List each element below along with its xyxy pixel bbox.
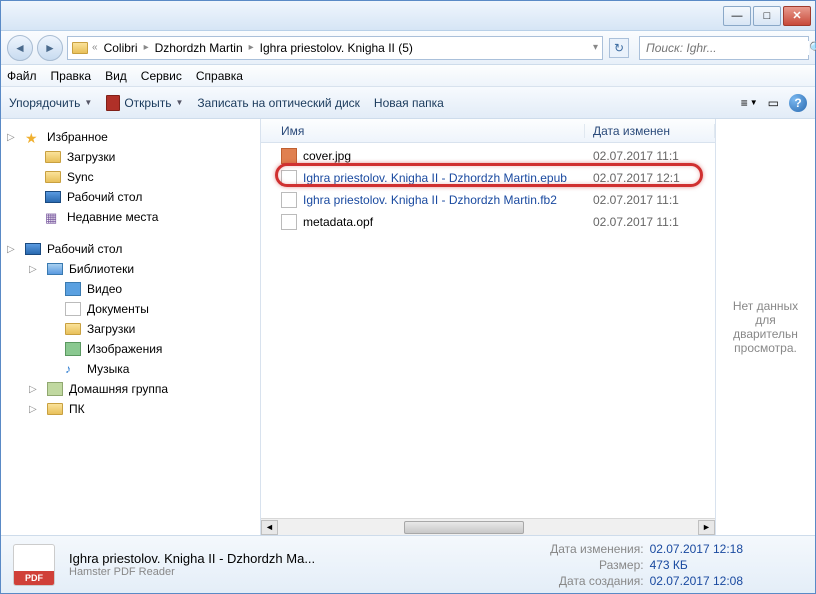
forward-button[interactable]: ► (37, 35, 63, 61)
navigation-pane: ▷★Избранное Загрузки Sync Рабочий стол ▦… (1, 119, 261, 535)
breadcrumb-mid[interactable]: Dzhordzh Martin (153, 41, 245, 55)
navbar: ◄ ► « Colibri ▸ Dzhordzh Martin ▸ Ighra … (1, 31, 815, 65)
epub-icon (281, 170, 297, 186)
nav-libraries[interactable]: ▷Библиотеки (1, 259, 260, 279)
refresh-button[interactable]: ↻ (609, 38, 629, 58)
new-folder-button[interactable]: Новая папка (374, 96, 444, 110)
prop-value: 02.07.2017 12:08 (650, 574, 743, 588)
menu-view[interactable]: Вид (105, 69, 127, 83)
column-name[interactable]: Имя (261, 124, 585, 138)
file-row[interactable]: cover.jpg 02.07.2017 11:1 (261, 145, 715, 167)
menu-edit[interactable]: Правка (51, 69, 92, 83)
scroll-left-button[interactable]: ◄ (261, 520, 278, 535)
menu-file[interactable]: Файл (7, 69, 37, 83)
dropdown-icon[interactable]: ▾ (593, 42, 598, 53)
menu-help[interactable]: Справка (196, 69, 243, 83)
explorer-window: — □ ✕ ◄ ► « Colibri ▸ Dzhordzh Martin ▸ … (0, 0, 816, 594)
nav-documents[interactable]: Документы (1, 299, 260, 319)
breadcrumb-root[interactable]: Colibri (102, 41, 140, 55)
titlebar: — □ ✕ (1, 1, 815, 31)
search-box[interactable]: 🔍 (639, 36, 809, 60)
close-button[interactable]: ✕ (783, 6, 811, 26)
scroll-thumb[interactable] (404, 521, 524, 534)
status-app: Hamster PDF Reader (69, 566, 315, 578)
nav-desktop-root[interactable]: ▷Рабочий стол (1, 239, 260, 259)
chevron-icon: ▸ (144, 42, 149, 53)
nav-videos[interactable]: Видео (1, 279, 260, 299)
file-name: metadata.opf (303, 215, 585, 229)
preview-pane-button[interactable]: ▭ (768, 96, 779, 110)
preview-pane: Нет данных для дварительн просмотра. (715, 119, 815, 535)
book-icon (106, 95, 120, 111)
burn-button[interactable]: Записать на оптический диск (197, 96, 360, 110)
search-input[interactable] (640, 41, 809, 55)
file-row[interactable]: Ighra priestolov. Knigha II - Dzhordzh M… (261, 189, 715, 211)
scroll-right-button[interactable]: ► (698, 520, 715, 535)
menu-tools[interactable]: Сервис (141, 69, 182, 83)
prop-label: Дата создания: (534, 574, 644, 588)
open-button[interactable]: Открыть▼ (106, 95, 183, 111)
file-list: Имя Дата изменен cover.jpg 02.07.2017 11… (261, 119, 715, 535)
horizontal-scrollbar[interactable]: ◄ ► (261, 518, 715, 535)
file-date: 02.07.2017 11:1 (585, 215, 715, 229)
nav-desktop[interactable]: Рабочий стол (1, 187, 260, 207)
address-bar[interactable]: « Colibri ▸ Dzhordzh Martin ▸ Ighra prie… (67, 36, 603, 60)
prop-label: Дата изменения: (534, 542, 644, 556)
chevron-icon: ▸ (249, 42, 254, 53)
nav-favorites[interactable]: ▷★Избранное (1, 127, 260, 147)
file-name: Ighra priestolov. Knigha II - Dzhordzh M… (303, 193, 585, 207)
view-options-button[interactable]: ≡ ▼ (741, 96, 758, 110)
nav-sync[interactable]: Sync (1, 167, 260, 187)
file-date: 02.07.2017 12:1 (585, 171, 715, 185)
jpg-icon (281, 148, 297, 164)
file-date: 02.07.2017 11:1 (585, 193, 715, 207)
folder-icon (72, 42, 88, 54)
file-name: cover.jpg (303, 149, 585, 163)
file-row[interactable]: metadata.opf 02.07.2017 11:1 (261, 211, 715, 233)
nav-pictures[interactable]: Изображения (1, 339, 260, 359)
help-button[interactable]: ? (789, 94, 807, 112)
file-type-icon: PDF (13, 544, 55, 586)
search-icon[interactable]: 🔍 (809, 41, 816, 55)
column-date[interactable]: Дата изменен (585, 124, 715, 138)
file-date: 02.07.2017 11:1 (585, 149, 715, 163)
preview-text: Нет данных для дварительн просмотра. (724, 299, 807, 355)
status-filename: Ighra priestolov. Knigha II - Dzhordzh M… (69, 551, 315, 566)
maximize-button[interactable]: □ (753, 6, 781, 26)
menubar: Файл Правка Вид Сервис Справка (1, 65, 815, 87)
prop-label: Размер: (534, 558, 644, 572)
status-bar: PDF Ighra priestolov. Knigha II - Dzhord… (1, 535, 815, 593)
chevron-icon: « (92, 42, 98, 53)
file-name: Ighra priestolov. Knigha II - Dzhordzh M… (303, 171, 585, 185)
prop-value: 473 КБ (650, 558, 688, 572)
nav-pc[interactable]: ▷ПК (1, 399, 260, 419)
back-button[interactable]: ◄ (7, 35, 33, 61)
nav-homegroup[interactable]: ▷Домашняя группа (1, 379, 260, 399)
opf-icon (281, 214, 297, 230)
prop-value: 02.07.2017 12:18 (650, 542, 743, 556)
toolbar: Упорядочить▼ Открыть▼ Записать на оптиче… (1, 87, 815, 119)
nav-recent[interactable]: ▦Недавние места (1, 207, 260, 227)
nav-music[interactable]: ♪Музыка (1, 359, 260, 379)
nav-downloads[interactable]: Загрузки (1, 147, 260, 167)
fb2-icon (281, 192, 297, 208)
breadcrumb-leaf[interactable]: Ighra priestolov. Knigha II (5) (258, 41, 415, 55)
nav-downloads2[interactable]: Загрузки (1, 319, 260, 339)
organize-button[interactable]: Упорядочить▼ (9, 96, 92, 110)
file-row-selected[interactable]: Ighra priestolov. Knigha II - Dzhordzh M… (261, 167, 715, 189)
minimize-button[interactable]: — (723, 6, 751, 26)
